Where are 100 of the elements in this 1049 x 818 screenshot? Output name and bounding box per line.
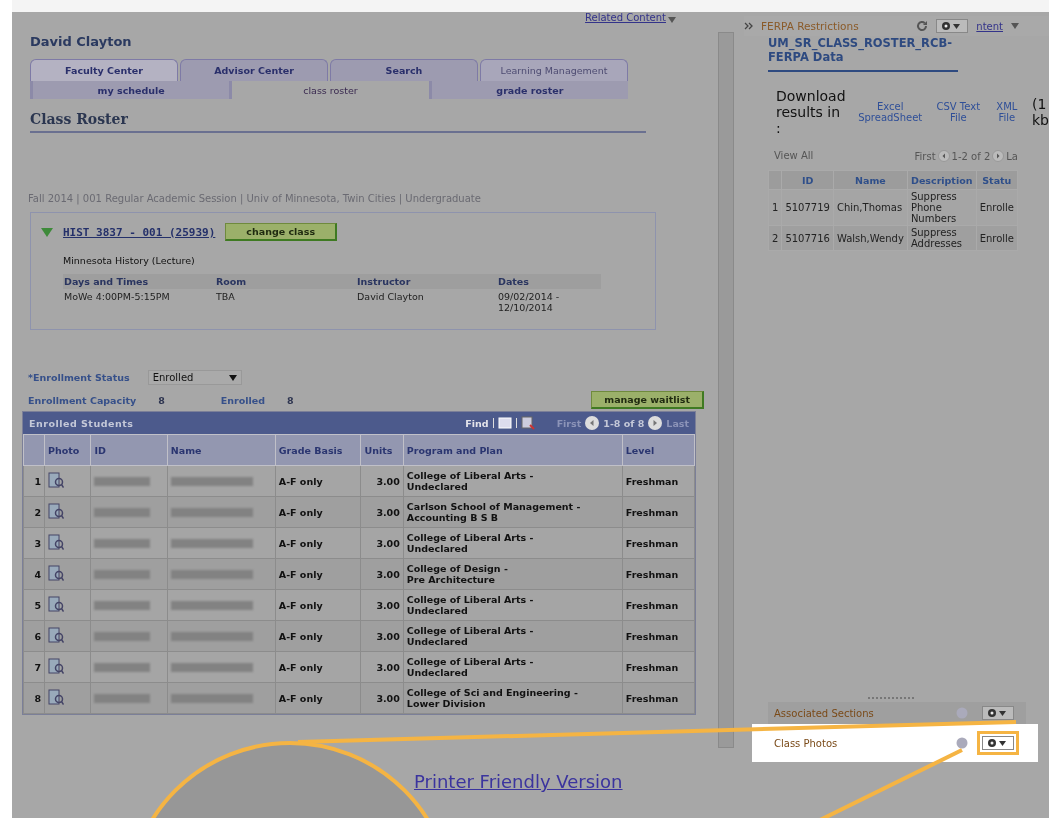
row-number: 8 xyxy=(23,682,45,714)
sub-tab[interactable]: my schedule xyxy=(30,81,230,99)
table-cell: College of Sci and Engineering - Lower Division xyxy=(403,682,623,714)
double-chevron-icon[interactable] xyxy=(744,22,753,30)
redacted-text xyxy=(94,476,151,486)
photo-icon[interactable] xyxy=(48,657,64,675)
capacity-value: 8 xyxy=(158,394,165,406)
column-header: Dates xyxy=(497,274,601,289)
row-number: 2 xyxy=(23,496,45,528)
download-format-link[interactable]: Excel SpreadSheet xyxy=(855,101,925,123)
related-content-link[interactable]: Related Content xyxy=(585,12,666,28)
redacted-text xyxy=(94,693,151,703)
previous-icon[interactable] xyxy=(585,416,600,430)
change-class-button[interactable]: change class xyxy=(225,223,338,241)
redacted-text xyxy=(94,507,151,517)
caret-icon xyxy=(228,374,237,381)
table-cell: A-F only xyxy=(275,620,361,652)
last-link[interactable]: La xyxy=(1006,150,1018,162)
table-cell: Freshman xyxy=(622,558,695,590)
table-cell: A-F only xyxy=(275,527,361,559)
table-cell: Freshman xyxy=(622,527,695,559)
download-label: Download results in : xyxy=(776,88,846,136)
row-number: 6 xyxy=(23,620,45,652)
redacted-text xyxy=(94,631,151,641)
enrollment-status-label: *Enrollment Status xyxy=(28,372,130,383)
table-cell: Suppress Phone Numbers xyxy=(907,189,977,226)
column-header: Statu xyxy=(976,170,1018,190)
pagelet-options-button[interactable] xyxy=(936,19,969,33)
caret-icon[interactable] xyxy=(1011,23,1019,29)
photo-icon[interactable] xyxy=(48,533,64,551)
sub-tab[interactable]: grade roster xyxy=(428,81,628,99)
row-number: 1 xyxy=(23,465,45,497)
column-header: Units xyxy=(360,434,404,466)
table-cell: A-F only xyxy=(275,682,361,714)
pagelet-title: Class Photos xyxy=(774,737,839,749)
related-content-link[interactable]: ntent xyxy=(976,20,1003,32)
pagelet-title: FERPA Restrictions xyxy=(761,20,860,32)
grid-title: Enrolled Students xyxy=(29,417,134,429)
photo-icon[interactable] xyxy=(48,595,64,613)
redacted-text xyxy=(94,538,151,548)
download-grid-icon[interactable] xyxy=(520,416,535,430)
photo-icon[interactable] xyxy=(48,626,64,644)
table-cell: College of Design - Pre Architecture xyxy=(403,558,623,590)
table-cell: College of Liberal Arts - Undeclared xyxy=(403,589,623,621)
table-cell-text: David Clayton xyxy=(356,290,425,304)
tab[interactable]: Faculty Center xyxy=(30,59,178,81)
pagelet-heading: UM_SR_CLASS_ROSTER_RCB-FERPA Data xyxy=(768,36,958,72)
user-name: David Clayton xyxy=(30,34,133,49)
redacted-text xyxy=(94,600,151,610)
table-cell: College of Liberal Arts - Undeclared xyxy=(403,465,623,497)
table-cell: Freshman xyxy=(622,496,695,528)
table-cell: Freshman xyxy=(622,682,695,714)
column-header: Name xyxy=(833,170,908,190)
find-link[interactable]: Find xyxy=(465,417,489,429)
next-icon[interactable] xyxy=(648,416,663,430)
next-icon[interactable] xyxy=(992,150,1005,162)
table-cell: A-F only xyxy=(275,589,361,621)
previous-icon[interactable] xyxy=(937,150,950,162)
zoom-grid-icon[interactable] xyxy=(497,417,512,429)
term-info: Fall 2014 | 001 Regular Academic Session | Univ of Minnesota, Twin Cities | Undergraduate xyxy=(28,193,482,204)
pagelet-title: Associated Sections xyxy=(774,707,875,719)
enrollment-status-dropdown[interactable]: Enrolled xyxy=(147,370,242,385)
file-size: (1 kb xyxy=(1032,96,1049,128)
printer-friendly-link[interactable]: Printer Friendly Version xyxy=(414,771,623,792)
table-cell: Freshman xyxy=(622,651,695,683)
table-cell: College of Liberal Arts - Undeclared xyxy=(403,620,623,652)
table-cell: A-F only xyxy=(275,651,361,683)
column-header: Photo xyxy=(44,434,91,466)
photo-icon[interactable] xyxy=(48,502,64,520)
enrolled-label: Enrolled xyxy=(220,394,265,406)
manage-waitlist-button[interactable]: manage waitlist xyxy=(591,391,704,409)
redacted-text xyxy=(94,662,151,672)
table-cell: College of Liberal Arts - Undeclared xyxy=(403,527,623,559)
caret-icon[interactable] xyxy=(668,17,676,23)
view-all-link[interactable]: View All xyxy=(774,150,814,162)
table-cell: 2 xyxy=(768,225,782,251)
first-link[interactable]: First xyxy=(914,150,936,162)
download-format-link[interactable]: CSV Text File xyxy=(934,101,982,123)
gear-icon xyxy=(987,708,1009,718)
scrollbar[interactable] xyxy=(718,32,734,748)
photo-icon[interactable] xyxy=(48,688,64,706)
column-header: ID xyxy=(781,170,834,190)
table-cell-text: MoWe 4:00PM-5:15PM xyxy=(63,290,171,304)
table-cell-text: 09/02/2014 - 12/10/2014 xyxy=(497,290,561,315)
table-cell-text: TBA xyxy=(215,290,236,304)
row-number: 3 xyxy=(23,527,45,559)
pagelet-options-button[interactable] xyxy=(982,706,1014,720)
row-number: 7 xyxy=(23,651,45,683)
collapsed-pagelet[interactable]: Associated Sections xyxy=(768,702,1026,724)
tab[interactable]: Search xyxy=(330,59,478,81)
column-header: ID xyxy=(90,434,168,466)
photo-icon[interactable] xyxy=(48,564,64,582)
photo-icon[interactable] xyxy=(48,471,64,489)
tab[interactable]: Advisor Center xyxy=(180,59,328,81)
table-cell: A-F only xyxy=(275,496,361,528)
column-header: Days and Times xyxy=(63,274,215,289)
download-format-link[interactable]: XML File xyxy=(991,101,1022,123)
gear-icon xyxy=(987,738,1009,748)
class-link[interactable]: HIST 3837 - 001 (25939) xyxy=(63,225,216,239)
collapsed-pagelet[interactable]: Class Photos xyxy=(752,724,1038,762)
